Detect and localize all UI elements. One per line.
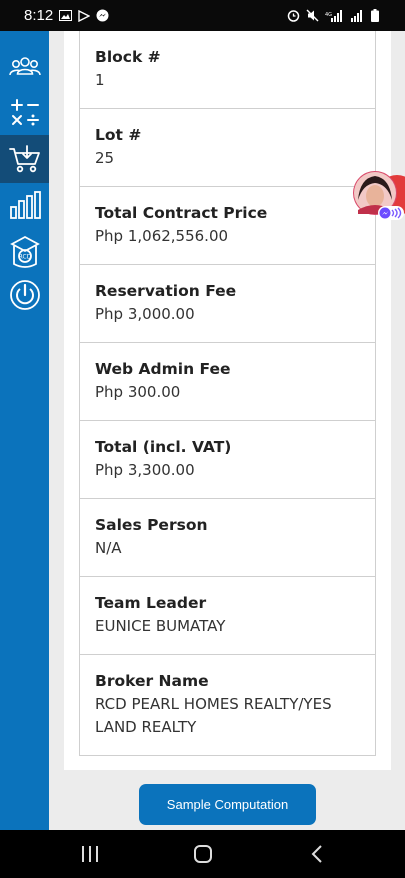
detail-label: Lot # <box>95 126 142 144</box>
detail-value: Php 1,062,556.00 <box>95 227 229 245</box>
detail-value: Php 3,300.00 <box>95 461 195 479</box>
detail-label: Team Leader <box>95 594 207 612</box>
battery-icon <box>371 9 379 22</box>
home-icon <box>194 845 212 863</box>
home-button[interactable] <box>188 840 218 868</box>
status-time: 8:12 <box>24 7 54 24</box>
sidebar-item-reservations[interactable] <box>0 135 49 183</box>
calculator-icon <box>10 99 39 126</box>
system-nav-bar <box>0 830 405 878</box>
detail-row-total-contract-price: Total Contract Price Php 1,062,556.00 <box>80 186 375 264</box>
detail-label: Reservation Fee <box>95 282 237 300</box>
back-button[interactable] <box>302 840 332 868</box>
detail-value: EUNICE BUMATAY <box>95 617 226 635</box>
detail-value: 25 <box>95 149 115 167</box>
detail-row-web-admin-fee: Web Admin Fee Php 300.00 <box>80 342 375 420</box>
messenger-chat-head[interactable] <box>350 170 405 220</box>
detail-row-team-leader: Team Leader EUNICE BUMATAY <box>80 576 375 654</box>
detail-value: 1 <box>95 71 105 89</box>
status-bar: 8:12 4G <box>0 0 405 31</box>
sidebar-item-academy[interactable]: RCD <box>0 228 49 276</box>
messenger-badge-icon <box>378 206 404 220</box>
detail-value: N/A <box>95 539 122 557</box>
reservation-details-table: Block # 1 Lot # 25 Total Contract Price … <box>79 31 376 756</box>
detail-row-sales-person: Sales Person N/A <box>80 498 375 576</box>
detail-row-reservation-fee: Reservation Fee Php 3,000.00 <box>80 264 375 342</box>
detail-row-total-incl-vat: Total (incl. VAT) Php 3,300.00 <box>80 420 375 498</box>
gallery-icon <box>59 10 73 21</box>
back-icon <box>311 845 322 863</box>
detail-value: RCD PEARL HOMES REALTY/YES LAND REALTY <box>95 695 332 736</box>
sample-computation-button[interactable]: Sample Computation <box>139 784 316 825</box>
svg-text:RCD: RCD <box>18 254 31 261</box>
app-screen: RCD Block # 1 Lot # 25 Total Contract Pr… <box>0 31 405 830</box>
sidebar-item-calculator[interactable] <box>0 89 49 137</box>
sidebar: RCD <box>0 31 49 830</box>
signal-icon <box>351 9 362 22</box>
detail-value: Php 3,000.00 <box>95 305 195 323</box>
detail-label: Sales Person <box>95 516 208 534</box>
detail-value: Php 300.00 <box>95 383 181 401</box>
sidebar-item-users[interactable] <box>0 43 49 91</box>
play-store-icon <box>78 9 91 22</box>
mute-icon <box>306 9 319 22</box>
detail-label: Block # <box>95 48 161 66</box>
users-icon <box>8 57 41 76</box>
power-icon <box>9 280 40 310</box>
detail-row-lot: Lot # 25 <box>80 108 375 186</box>
recent-apps-icon <box>82 846 98 862</box>
detail-row-broker-name: Broker Name RCD PEARL HOMES REALTY/YES L… <box>80 654 375 755</box>
academy-icon: RCD <box>9 235 40 268</box>
detail-label: Web Admin Fee <box>95 360 231 378</box>
sidebar-item-reports[interactable] <box>0 181 49 229</box>
detail-label: Total (incl. VAT) <box>95 438 232 456</box>
detail-label: Broker Name <box>95 672 209 690</box>
recent-apps-button[interactable] <box>75 840 105 868</box>
cart-download-icon <box>8 145 40 173</box>
alarm-icon <box>287 10 300 22</box>
detail-row-block: Block # 1 <box>80 31 375 108</box>
messenger-icon <box>96 9 109 22</box>
svg-text:4G: 4G <box>325 12 332 18</box>
signal-icon: 4G <box>325 9 342 22</box>
bar-chart-icon <box>9 191 41 219</box>
detail-label: Total Contract Price <box>95 204 268 222</box>
sidebar-item-logout[interactable] <box>0 271 49 319</box>
